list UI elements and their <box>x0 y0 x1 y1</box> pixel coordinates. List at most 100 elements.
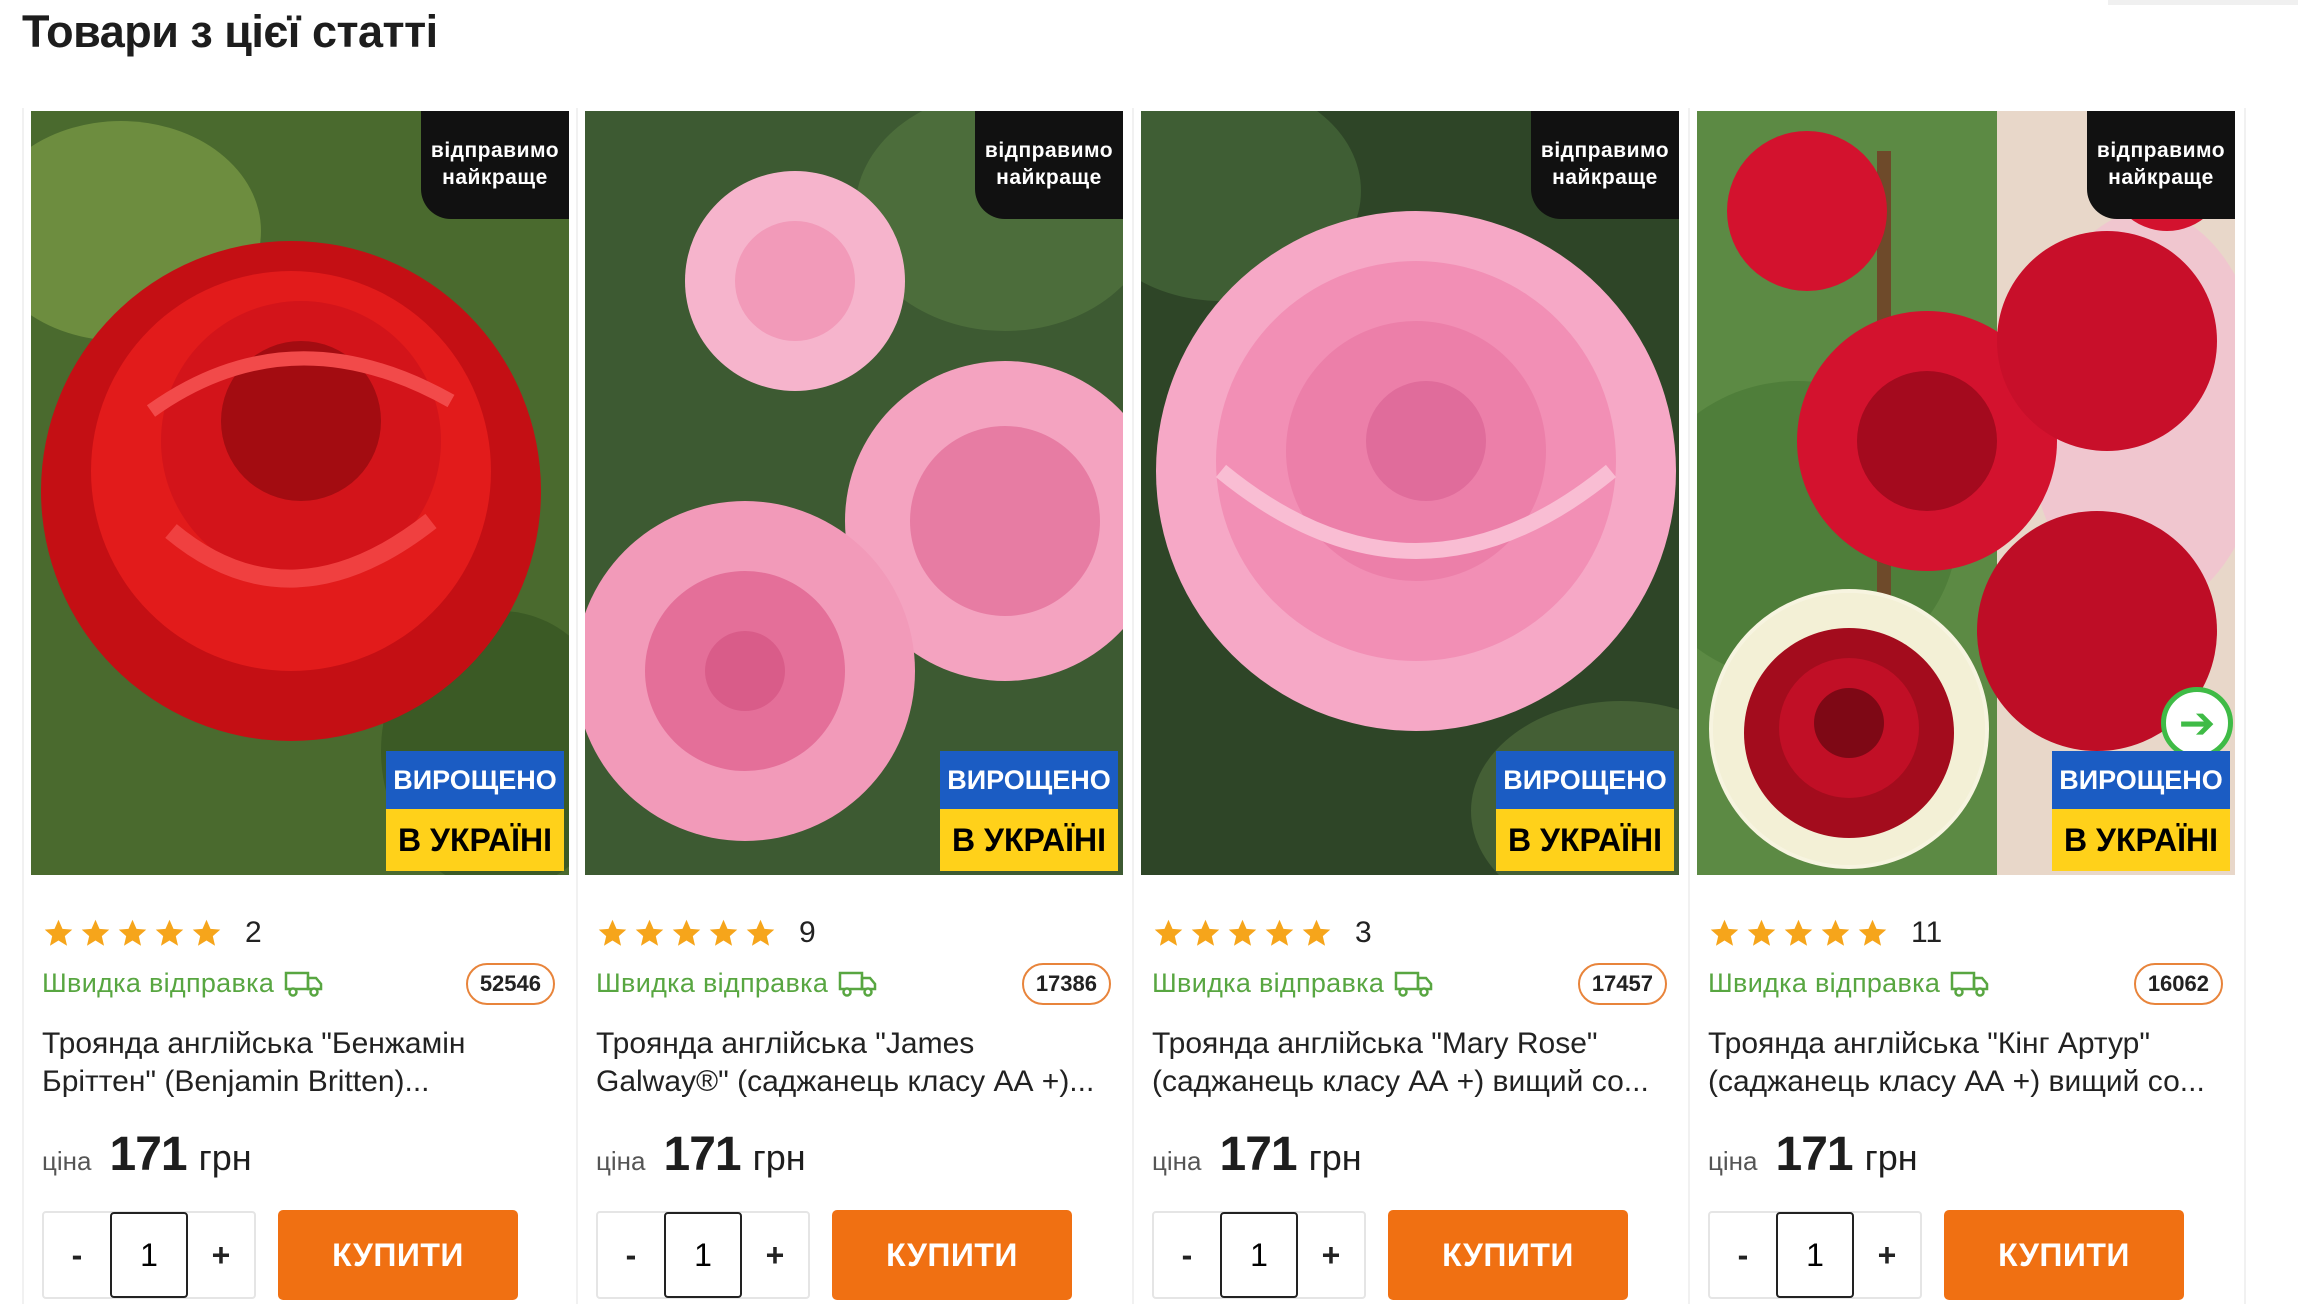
review-count[interactable]: 11 <box>1911 916 1942 950</box>
rating-row: 9 <box>596 913 1125 953</box>
buy-button[interactable]: КУПИТИ <box>1944 1210 2184 1300</box>
product-card: відправимо найкраще ВИРОЩЕНО В УКРАЇНІ 3 … <box>1134 108 1690 1304</box>
decrease-qty-button[interactable]: - <box>1154 1237 1220 1274</box>
rating-row: 2 <box>42 913 569 953</box>
shipping-row: Швидка відправка 16062 <box>1708 963 2237 1005</box>
price-row: ціна 171 грн <box>42 1127 569 1182</box>
price-currency: грн <box>752 1137 806 1178</box>
star-icon <box>746 919 775 946</box>
buy-row: - + КУПИТИ <box>42 1210 569 1300</box>
ship-best-badge: відправимо найкраще <box>2087 111 2235 219</box>
increase-qty-button[interactable]: + <box>742 1237 808 1274</box>
buy-button[interactable]: КУПИТИ <box>278 1210 518 1300</box>
decrease-qty-button[interactable]: - <box>1710 1237 1776 1274</box>
star-icon <box>155 919 184 946</box>
product-photo[interactable]: відправимо найкраще ➔ ВИРОЩЕНО В УКРАЇНІ <box>1697 111 2235 875</box>
shipping-row: Швидка відправка 17386 <box>596 963 1125 1005</box>
truck-icon <box>838 971 877 997</box>
product-code-badge: 52546 <box>465 963 555 1005</box>
decrease-qty-button[interactable]: - <box>44 1237 110 1274</box>
star-icon <box>1228 919 1257 946</box>
fast-shipping-label: Швидка відправка <box>596 967 829 998</box>
quantity-stepper: - + <box>596 1211 810 1299</box>
star-icon <box>672 919 701 946</box>
product-list: відправимо найкраще ВИРОЩЕНО В УКРАЇНІ 2 … <box>22 108 2246 1304</box>
price-value: 171 <box>663 1128 742 1181</box>
section-title: Товари з цієї статті <box>22 6 438 57</box>
price-row: ціна 171 грн <box>1708 1127 2237 1182</box>
zoom-preview <box>1709 589 1989 869</box>
buy-button[interactable]: КУПИТИ <box>832 1210 1072 1300</box>
star-icon <box>118 919 147 946</box>
quantity-input[interactable] <box>664 1212 742 1298</box>
price-currency: грн <box>198 1137 252 1178</box>
star-icon <box>1191 919 1220 946</box>
price-label: ціна <box>596 1146 646 1176</box>
star-icon <box>1265 919 1294 946</box>
quantity-stepper: - + <box>1152 1211 1366 1299</box>
fast-shipping-label: Швидка відправка <box>1152 967 1385 998</box>
product-title[interactable]: Троянда англійська "Mary Rose" (саджанец… <box>1152 1025 1667 1101</box>
star-rating <box>1152 917 1333 950</box>
product-title[interactable]: Троянда англійська "Кінг Артур" (саджане… <box>1708 1025 2223 1101</box>
price-row: ціна 171 грн <box>596 1127 1125 1182</box>
quantity-stepper: - + <box>1708 1211 1922 1299</box>
buy-row: - + КУПИТИ <box>1708 1210 2237 1300</box>
price-label: ціна <box>42 1146 92 1176</box>
buy-button[interactable]: КУПИТИ <box>1388 1210 1628 1300</box>
buy-row: - + КУПИТИ <box>1152 1210 1681 1300</box>
star-icon <box>192 919 221 946</box>
increase-qty-button[interactable]: + <box>1854 1237 1920 1274</box>
price-value: 171 <box>1775 1128 1854 1181</box>
product-title[interactable]: Троянда англійська "James Galway®" (садж… <box>596 1025 1111 1101</box>
star-icon <box>1784 919 1813 946</box>
rating-row: 11 <box>1708 913 2237 953</box>
star-rating <box>42 917 223 950</box>
price-row: ціна 171 грн <box>1152 1127 1681 1182</box>
fast-shipping-label: Швидка відправка <box>1708 967 1941 998</box>
product-code-badge: 17386 <box>1021 963 1111 1005</box>
review-count[interactable]: 9 <box>799 916 816 950</box>
star-icon <box>1747 919 1776 946</box>
quantity-input[interactable] <box>1776 1212 1854 1298</box>
product-photo[interactable]: відправимо найкраще ВИРОЩЕНО В УКРАЇНІ <box>585 111 1123 875</box>
grown-in-ukraine-badge: ВИРОЩЕНО В УКРАЇНІ <box>386 751 564 871</box>
ship-best-badge: відправимо найкраще <box>975 111 1123 219</box>
star-icon <box>709 919 738 946</box>
product-card: відправимо найкраще ВИРОЩЕНО В УКРАЇНІ 9 … <box>578 108 1134 1304</box>
star-icon <box>1302 919 1331 946</box>
review-count[interactable]: 3 <box>1355 916 1372 950</box>
rose-closeup <box>1713 593 1985 865</box>
buy-row: - + КУПИТИ <box>596 1210 1125 1300</box>
increase-qty-button[interactable]: + <box>188 1237 254 1274</box>
increase-qty-button[interactable]: + <box>1298 1237 1364 1274</box>
quantity-input[interactable] <box>110 1212 188 1298</box>
grown-in-ukraine-badge: ВИРОЩЕНО В УКРАЇНІ <box>940 751 1118 871</box>
price-value: 171 <box>109 1128 188 1181</box>
shipping-row: Швидка відправка 17457 <box>1152 963 1681 1005</box>
fast-shipping-label: Швидка відправка <box>42 967 275 998</box>
truck-icon <box>1394 971 1433 997</box>
grown-in-ukraine-badge: ВИРОЩЕНО В УКРАЇНІ <box>1496 751 1674 871</box>
price-value: 171 <box>1219 1128 1298 1181</box>
grown-in-ukraine-badge: ВИРОЩЕНО В УКРАЇНІ <box>2052 751 2230 871</box>
star-icon <box>1821 919 1850 946</box>
product-photo[interactable]: відправимо найкраще ВИРОЩЕНО В УКРАЇНІ <box>31 111 569 875</box>
shipping-row: Швидка відправка 52546 <box>42 963 569 1005</box>
top-divider <box>2108 0 2298 5</box>
decrease-qty-button[interactable]: - <box>598 1237 664 1274</box>
star-rating <box>596 917 777 950</box>
product-title[interactable]: Троянда англійська "Бенжамін Бріттен" (B… <box>42 1025 555 1101</box>
price-label: ціна <box>1152 1146 1202 1176</box>
truck-icon <box>1950 971 1989 997</box>
price-currency: грн <box>1308 1137 1362 1178</box>
quantity-input[interactable] <box>1220 1212 1298 1298</box>
price-label: ціна <box>1708 1146 1758 1176</box>
review-count[interactable]: 2 <box>245 916 262 950</box>
star-icon <box>1710 919 1739 946</box>
next-arrow-icon[interactable]: ➔ <box>2161 687 2233 759</box>
star-icon <box>598 919 627 946</box>
product-photo[interactable]: відправимо найкраще ВИРОЩЕНО В УКРАЇНІ <box>1141 111 1679 875</box>
product-card: відправимо найкраще ВИРОЩЕНО В УКРАЇНІ 2 … <box>22 108 578 1304</box>
star-rating <box>1708 917 1889 950</box>
